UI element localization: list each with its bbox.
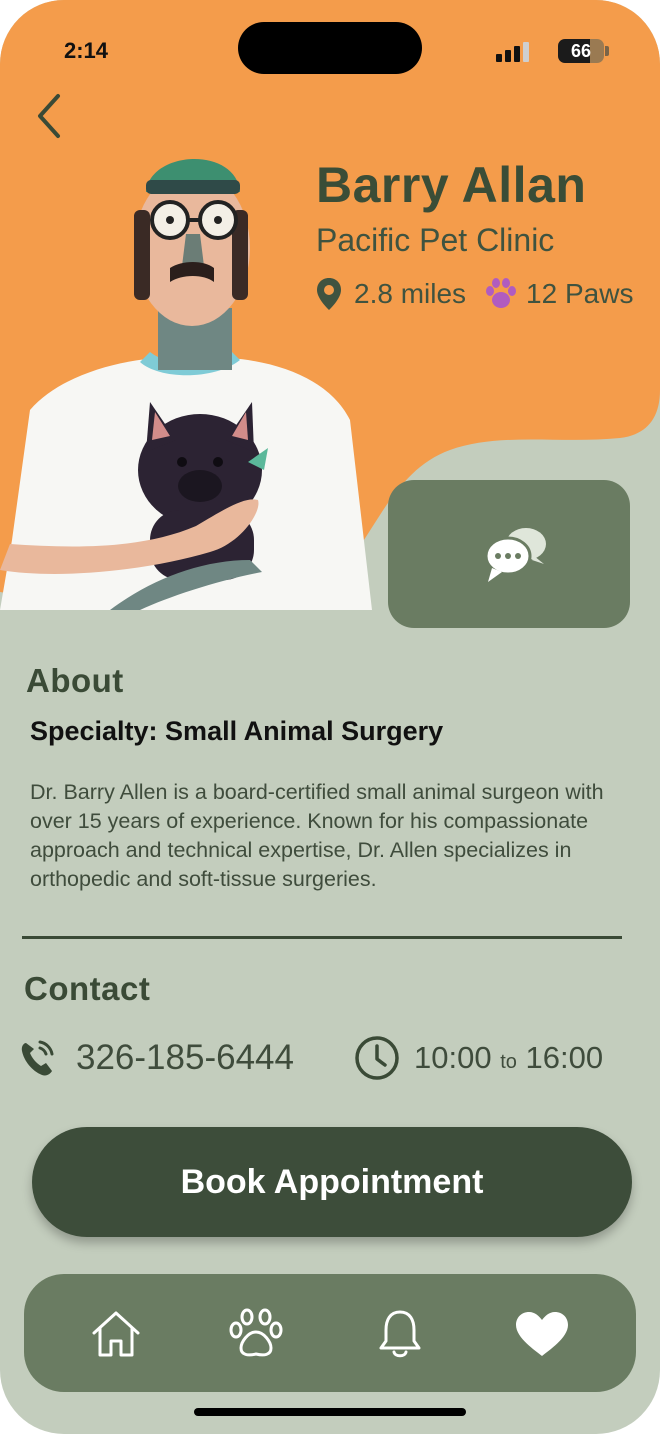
tab-bar <box>24 1274 636 1392</box>
battery-icon: 66 <box>558 39 604 63</box>
status-time: 2:14 <box>64 38 109 63</box>
dynamic-island <box>238 22 422 74</box>
paw-icon <box>486 278 517 308</box>
tab-favorites[interactable] <box>512 1304 572 1364</box>
location-pin-icon <box>317 278 341 310</box>
signal-icon <box>496 40 530 62</box>
chat-bubbles-icon <box>484 528 546 582</box>
phone-contact[interactable]: 326-185-6444 <box>20 1030 294 1086</box>
about-title: About <box>26 662 124 699</box>
opening-hours: 10:00 to 16:00 <box>354 1030 603 1086</box>
doctor-name: Barry Allan <box>316 157 587 213</box>
bell-icon <box>379 1310 421 1358</box>
hours-text: 10:00 to 16:00 <box>414 1040 603 1076</box>
chat-button[interactable] <box>388 480 630 628</box>
tab-notifications[interactable] <box>370 1304 430 1364</box>
hours-close: 16:00 <box>525 1040 604 1075</box>
book-appointment-button[interactable]: Book Appointment <box>32 1127 632 1237</box>
phone-number: 326-185-6444 <box>76 1038 294 1077</box>
clinic-name: Pacific Pet Clinic <box>316 222 555 258</box>
screen: 2:14 66 Barry Allan Pacific Pet Clinic 2… <box>0 0 660 1434</box>
heart-icon <box>516 1312 568 1356</box>
tab-home[interactable] <box>86 1304 146 1364</box>
back-button[interactable] <box>28 90 72 142</box>
battery-tip <box>605 46 609 56</box>
doctor-meta: 2.8 miles 12 Paws <box>316 274 633 314</box>
phone-icon <box>21 1040 54 1076</box>
distance-text: 2.8 miles <box>354 278 467 309</box>
paws-rating-text: 12 Paws <box>526 278 634 309</box>
tab-pets[interactable] <box>226 1304 286 1364</box>
clock-icon <box>355 1036 399 1080</box>
paw-outline-icon <box>229 1308 283 1357</box>
home-icon <box>92 1311 140 1357</box>
hours-separator: to <box>500 1051 517 1073</box>
hours-open: 10:00 <box>414 1040 492 1075</box>
contact-title: Contact <box>24 970 151 1007</box>
home-indicator <box>194 1408 466 1416</box>
chevron-left-icon <box>38 94 60 138</box>
specialty-text: Specialty: Small Animal Surgery <box>30 716 444 746</box>
bio-text: Dr. Barry Allen is a board-certified sma… <box>30 780 604 891</box>
divider <box>22 936 622 939</box>
